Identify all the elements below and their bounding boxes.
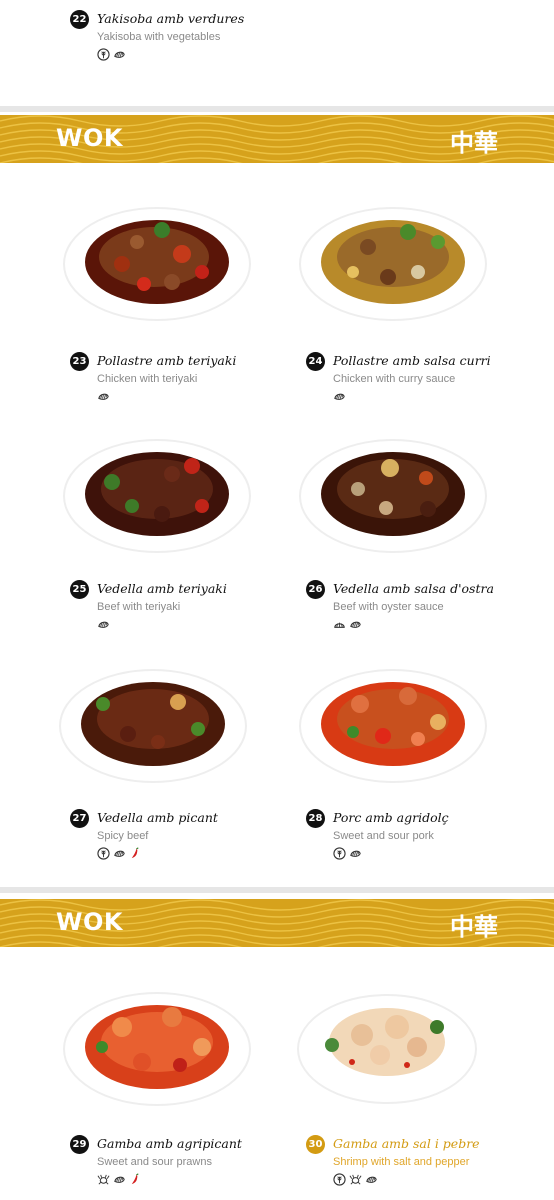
menu-section-wok-2: WOK 中華 29 Gamba amb agripicant Sweet and…: [0, 893, 554, 1200]
chili-icon: [131, 1173, 139, 1185]
section-chinese-title: 中華: [450, 128, 498, 157]
allergen-icons: [97, 618, 110, 631]
item-subtitle: Chicken with teriyaki: [97, 373, 198, 385]
allergen-icons: [333, 390, 346, 403]
item-name: Yakisoba amb verdures: [97, 11, 245, 26]
crustacean-icon: [97, 1174, 110, 1185]
allergen-icons: [333, 1173, 378, 1186]
chili-icon: [131, 847, 139, 859]
item-name: Porc amb agridolç: [333, 810, 449, 825]
section-banner: WOK 中華: [0, 115, 554, 163]
dish-photo: [58, 664, 248, 788]
item-number-badge: 25: [70, 580, 89, 599]
item-number-badge: 28: [306, 809, 325, 828]
item-number-badge: 29: [70, 1135, 89, 1154]
item-number-badge: 27: [70, 809, 89, 828]
item-name: Vedella amb teriyaki: [97, 581, 227, 596]
item-number-badge: 30: [306, 1135, 325, 1154]
dish-photo: [298, 202, 488, 326]
mollusc-icon: [366, 1176, 377, 1183]
section-banner: WOK 中華: [0, 899, 554, 947]
allergen-icons: [333, 847, 362, 860]
menu-item-27[interactable]: 27 Vedella amb picant Spicy beef: [59, 664, 308, 874]
item-name: Vedella amb salsa d'ostra: [333, 581, 494, 596]
wheat-icon: [333, 847, 346, 860]
allergen-icons: [97, 1173, 142, 1186]
mollusc-icon: [114, 850, 125, 857]
item-subtitle: Beef with teriyaki: [97, 601, 181, 613]
mollusc-icon: [114, 1176, 125, 1183]
wheat-icon: [97, 48, 110, 61]
dish-photo: [292, 987, 482, 1111]
item-number-badge: 22: [70, 10, 89, 29]
section-title: WOK: [56, 124, 123, 152]
mollusc-icon: [350, 621, 361, 628]
mollusc-icon: [334, 393, 345, 400]
item-subtitle: Sweet and sour prawns: [97, 1156, 212, 1168]
item-name: Vedella amb picant: [97, 810, 218, 825]
dish-photo: [62, 987, 252, 1111]
item-number-badge: 23: [70, 352, 89, 371]
item-number-badge: 26: [306, 580, 325, 599]
allergen-icons: [97, 390, 110, 403]
menu-item-24[interactable]: 24 Pollastre amb salsa curri Chicken wit…: [299, 202, 544, 412]
dish-photo: [62, 202, 252, 326]
wheat-icon: [97, 847, 110, 860]
item-name: Gamba amb sal i pebre: [333, 1136, 480, 1151]
shell-icon: [334, 622, 345, 628]
crustacean-icon: [349, 1174, 362, 1185]
dish-photo: [62, 434, 252, 558]
menu-item-26[interactable]: 26 Vedella amb salsa d'ostra Beef with o…: [299, 434, 544, 644]
item-subtitle: Sweet and sour pork: [333, 830, 434, 842]
item-name: Pollastre amb teriyaki: [97, 353, 237, 368]
item-subtitle: Beef with oyster sauce: [333, 601, 444, 613]
menu-item-23[interactable]: 23 Pollastre amb teriyaki Chicken with t…: [63, 202, 308, 412]
item-number-badge: 24: [306, 352, 325, 371]
menu-item-25[interactable]: 25 Vedella amb teriyaki Beef with teriya…: [63, 434, 308, 644]
section-chinese-title: 中華: [450, 912, 498, 941]
item-name: Gamba amb agripicant: [97, 1136, 242, 1151]
mollusc-icon: [114, 51, 125, 58]
dish-photo: [298, 434, 488, 558]
item-subtitle: Yakisoba with vegetables: [97, 31, 221, 43]
allergen-icons: [333, 618, 362, 631]
menu-item-29[interactable]: 29 Gamba amb agripicant Sweet and sour p…: [63, 987, 308, 1197]
wheat-icon: [333, 1173, 346, 1186]
section-title: WOK: [56, 908, 123, 936]
menu-card-top: 22 Yakisoba amb verdures Yakisoba with v…: [0, 0, 554, 106]
menu-item-28[interactable]: 28 Porc amb agridolç Sweet and sour pork: [299, 664, 544, 874]
item-name: Pollastre amb salsa curri: [333, 353, 491, 368]
menu-section-wok-1: WOK 中華 23 Pollastre amb teriyaki Chicken…: [0, 112, 554, 887]
mollusc-icon: [98, 393, 109, 400]
dish-photo: [298, 664, 488, 788]
item-subtitle: Spicy beef: [97, 830, 149, 842]
item-subtitle: Chicken with curry sauce: [333, 373, 456, 385]
mollusc-icon: [98, 621, 109, 628]
menu-item-30[interactable]: 30 Gamba amb sal i pebre Shrimp with sal…: [297, 987, 544, 1197]
item-subtitle: Shrimp with salt and pepper: [333, 1156, 470, 1168]
allergen-icons: [97, 48, 126, 61]
mollusc-icon: [350, 850, 361, 857]
allergen-icons: [97, 847, 142, 860]
